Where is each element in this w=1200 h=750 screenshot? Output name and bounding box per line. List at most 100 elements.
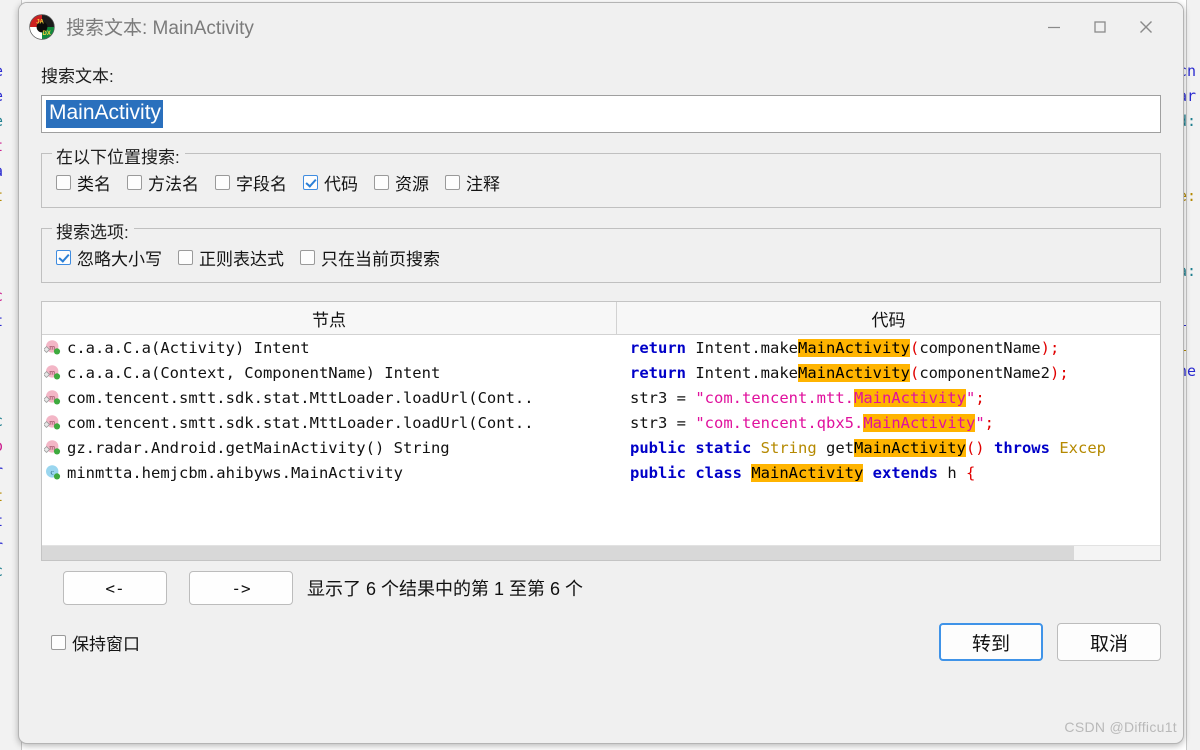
keep-window-open-checkbox[interactable]: 保持窗口: [51, 630, 140, 655]
scope-checkbox-0-label: 类名: [77, 175, 111, 194]
previous-page-button[interactable]: <-: [63, 571, 167, 605]
search-input[interactable]: MainActivity: [41, 95, 1161, 133]
search-scope-group-title: 在以下位置搜索:: [52, 143, 185, 168]
code-token: =: [676, 388, 696, 407]
code-match-highlight: MainActivity: [797, 363, 910, 382]
minimize-icon: [1048, 26, 1060, 28]
node-path-text: gz.radar.Android.getMainActivity() Strin…: [67, 438, 450, 457]
search-options-checkbox-row: 忽略大小写 正则表达式 只在当前页搜索: [56, 245, 1146, 270]
keep-window-open-checkbox-box: [51, 634, 66, 650]
scope-checkbox-1[interactable]: 方法名: [127, 170, 199, 195]
code-token: h: [937, 463, 966, 482]
close-button[interactable]: [1123, 3, 1169, 50]
search-field-label: 搜索文本:: [41, 67, 114, 86]
scope-checkbox-3-box: [303, 175, 318, 190]
scope-checkbox-0[interactable]: 类名: [56, 170, 111, 195]
window-title: 搜索文本: MainActivity: [66, 18, 254, 39]
scope-checkbox-4[interactable]: 资源: [374, 170, 429, 195]
option-checkbox-0[interactable]: 忽略大小写: [56, 245, 162, 270]
code-token: extends: [872, 463, 938, 482]
table-row[interactable]: m com.tencent.smtt.sdk.stat.MttLoader.loa…: [42, 385, 1160, 410]
scope-checkbox-5[interactable]: 注释: [445, 170, 500, 195]
table-row[interactable]: c minmtta.hemjcbm.ahibyws.MainActivity pub…: [42, 460, 1160, 485]
next-page-button[interactable]: ->: [189, 571, 293, 605]
background-code-fragment: t: [0, 487, 3, 505]
code-token: return: [630, 338, 686, 357]
background-code-fragment: t: [0, 187, 3, 205]
option-checkbox-0-box: [56, 250, 71, 265]
search-text-dialog: JA DX 搜索文本: MainActivity 搜索文本: MainActiv…: [18, 2, 1184, 744]
column-header-node[interactable]: 节点: [42, 302, 617, 334]
code-token: ;: [975, 388, 985, 407]
scope-checkbox-2[interactable]: 字段名: [215, 170, 287, 195]
code-token: =: [676, 413, 696, 432]
code-token: ": [965, 388, 976, 407]
option-checkbox-0-label: 忽略大小写: [77, 250, 162, 269]
svg-text:DX: DX: [43, 31, 51, 37]
code-token: str3: [630, 413, 677, 432]
scope-checkbox-3[interactable]: 代码: [303, 170, 358, 195]
scope-checkbox-0-box: [56, 175, 71, 190]
background-code-fragment: c: [0, 287, 3, 305]
method-icon: m: [44, 440, 61, 455]
code-token: Intent.make: [686, 363, 798, 382]
code-match-highlight: MainActivity: [853, 388, 966, 407]
code-match-highlight: MainActivity: [853, 438, 966, 457]
code-token: String: [760, 438, 817, 457]
scope-checkbox-5-box: [445, 175, 460, 190]
result-count-status: 显示了 6 个结果中的第 1 至第 6 个: [307, 579, 584, 599]
table-row[interactable]: m gz.radar.Android.getMainActivity() Stri…: [42, 435, 1160, 460]
close-icon: [1140, 20, 1152, 33]
option-checkbox-2-box: [300, 250, 315, 265]
table-row[interactable]: m com.tencent.smtt.sdk.stat.MttLoader.loa…: [42, 410, 1160, 435]
column-header-code[interactable]: 代码: [617, 302, 1160, 334]
scope-checkbox-4-box: [374, 175, 389, 190]
scope-checkbox-1-box: [127, 175, 142, 190]
node-path-text: c.a.a.C.a(Context, ComponentName) Intent: [67, 363, 441, 382]
code-token: public class: [630, 463, 752, 482]
search-scope-checkbox-row: 类名 方法名 字段名 代码 资源 注释: [56, 170, 1146, 195]
search-input-value: MainActivity: [46, 100, 164, 128]
horizontal-scrollbar-thumb[interactable]: [42, 546, 1074, 560]
cell-node: m com.tencent.smtt.sdk.stat.MttLoader.loa…: [42, 414, 617, 432]
table-row[interactable]: m c.a.a.C.a(Context, ComponentName) Inten…: [42, 360, 1160, 385]
keep-window-open-label: 保持窗口: [72, 634, 140, 654]
code-token: ;: [984, 413, 994, 432]
dialog-footer: 保持窗口 转到 取消: [41, 623, 1161, 661]
scope-checkbox-5-label: 注释: [466, 175, 500, 194]
background-code-fragment: t: [0, 137, 3, 155]
code-token: ": [975, 413, 985, 432]
scope-checkbox-2-label: 字段名: [236, 175, 287, 194]
option-checkbox-1-box: [178, 250, 193, 265]
background-code-fragment: t: [0, 512, 3, 530]
results-table[interactable]: 节点 代码 m c.a.a.C.a(Activity) Intent return …: [41, 301, 1161, 561]
horizontal-scrollbar[interactable]: [42, 545, 1160, 560]
search-options-group-title: 搜索选项:: [52, 218, 134, 243]
table-row[interactable]: m c.a.a.C.a(Activity) Intent return Intent…: [42, 335, 1160, 360]
code-token: "com.tencent.qbx5.: [695, 413, 864, 432]
title-bar[interactable]: JA DX 搜索文本: MainActivity: [19, 3, 1183, 50]
option-checkbox-1[interactable]: 正则表达式: [178, 245, 284, 270]
goto-button[interactable]: 转到: [939, 623, 1043, 661]
cancel-button[interactable]: 取消: [1057, 623, 1161, 661]
code-token: ;: [1059, 363, 1069, 382]
watermark: CSDN @Difficu1t: [1064, 719, 1177, 735]
node-path-text: minmtta.hemjcbm.ahibyws.MainActivity: [67, 463, 403, 482]
code-token: (: [909, 363, 920, 382]
option-checkbox-1-label: 正则表达式: [199, 250, 284, 269]
code-token: componentName: [919, 338, 1041, 357]
option-checkbox-2[interactable]: 只在当前页搜索: [300, 245, 440, 270]
cell-code: public class MainActivity extends h {: [617, 463, 1160, 482]
class-icon: c: [46, 465, 61, 480]
code-token: public static: [630, 438, 761, 457]
cell-node: m c.a.a.C.a(Activity) Intent: [42, 339, 617, 357]
code-token: ): [1049, 363, 1060, 382]
minimize-button[interactable]: [1031, 3, 1077, 50]
method-icon: m: [44, 415, 61, 430]
search-scope-group: 在以下位置搜索: 类名 方法名 字段名 代码 资源 注释: [41, 143, 1161, 208]
code-token: Excep: [1059, 438, 1106, 457]
maximize-button[interactable]: [1077, 3, 1123, 50]
code-token: {: [965, 463, 976, 482]
